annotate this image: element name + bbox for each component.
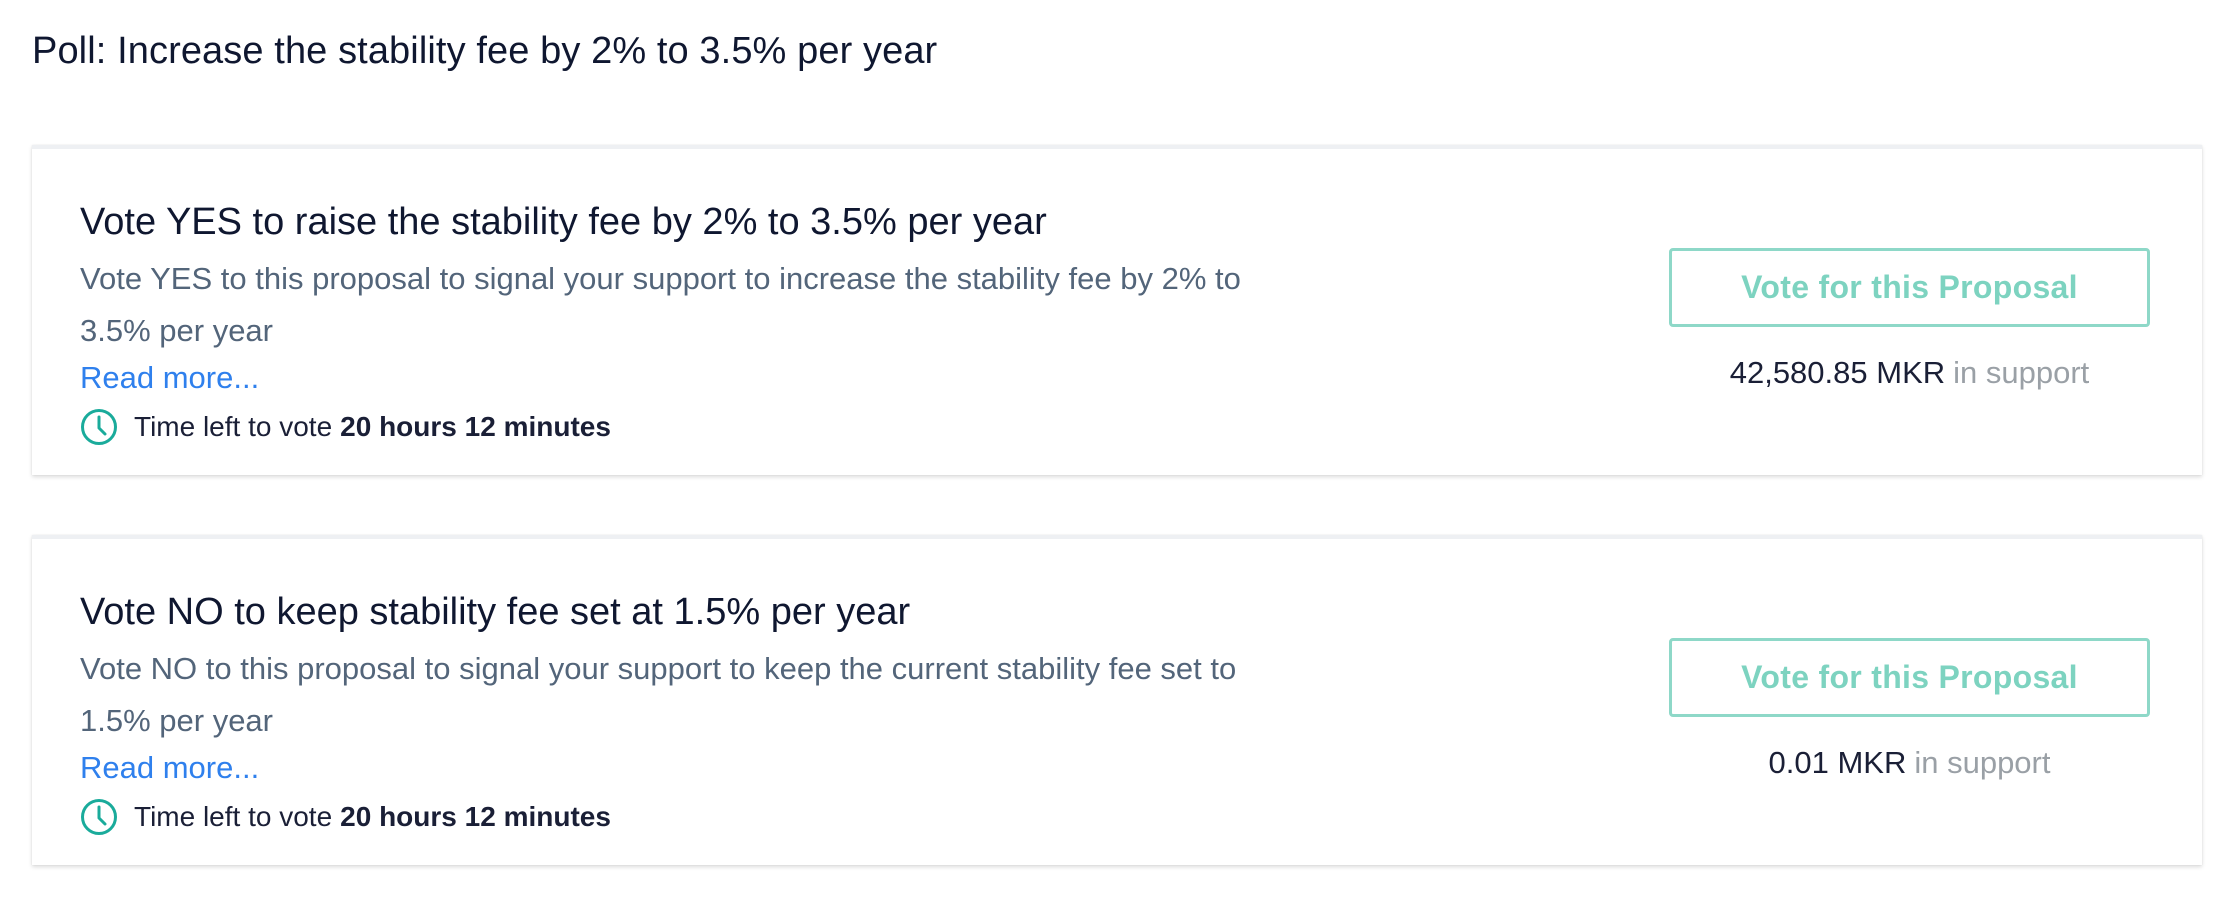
proposal-title: Vote NO to keep stability fee set at 1.5…: [80, 591, 911, 633]
clock-icon: [80, 408, 118, 446]
read-more-link[interactable]: Read more...: [80, 360, 259, 396]
poll-title: Poll: Increase the stability fee by 2% t…: [32, 30, 938, 72]
proposal-card: Vote YES to raise the stability fee by 2…: [32, 145, 2202, 475]
proposal-card: Vote NO to keep stability fee set at 1.5…: [32, 535, 2202, 865]
clock-icon: [80, 798, 118, 836]
time-left-row: Time left to vote 20 hours 12 minutes: [80, 797, 611, 837]
time-left-value: 20 hours 12 minutes: [340, 801, 611, 832]
time-left-row: Time left to vote 20 hours 12 minutes: [80, 407, 611, 447]
vote-button[interactable]: Vote for this Proposal: [1669, 248, 2150, 327]
support-label: in support: [1953, 355, 2090, 390]
support-label: in support: [1914, 745, 2051, 780]
time-left-value: 20 hours 12 minutes: [340, 411, 611, 442]
poll-page: Poll: Increase the stability fee by 2% t…: [0, 0, 2230, 916]
support-summary: 0.01 MKR in support: [1669, 745, 2150, 781]
proposal-title: Vote YES to raise the stability fee by 2…: [80, 201, 1047, 243]
support-summary: 42,580.85 MKR in support: [1669, 355, 2150, 391]
support-amount: 0.01 MKR: [1768, 745, 1907, 780]
vote-button[interactable]: Vote for this Proposal: [1669, 638, 2150, 717]
read-more-link[interactable]: Read more...: [80, 750, 259, 786]
proposal-description: Vote NO to this proposal to signal your …: [80, 651, 1237, 738]
proposal-description: Vote YES to this proposal to signal your…: [80, 261, 1241, 348]
time-left-label: Time left to vote: [134, 411, 333, 442]
time-left-label: Time left to vote: [134, 801, 333, 832]
support-amount: 42,580.85 MKR: [1729, 355, 1946, 390]
